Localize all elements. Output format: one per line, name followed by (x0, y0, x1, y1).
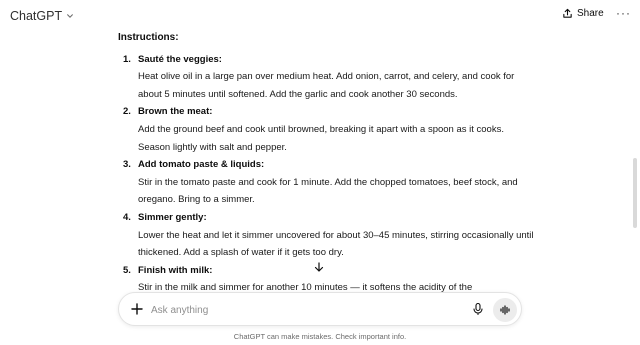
step-body: Stir in the tomato paste and cook for 1 … (138, 176, 518, 206)
model-picker[interactable]: ChatGPT (10, 9, 74, 23)
arrow-down-icon (314, 262, 324, 272)
model-picker-label: ChatGPT (10, 9, 63, 23)
step-number: 3. (123, 159, 131, 171)
top-bar: ChatGPT Share ··· (0, 0, 640, 32)
list-item: 2. Brown the meat: Add the ground beef a… (118, 103, 538, 156)
step-body: Add the ground beef and cook until brown… (138, 123, 504, 153)
share-icon (563, 8, 572, 18)
plus-icon[interactable] (129, 301, 145, 317)
step-number: 1. (123, 53, 131, 65)
step-title: Add tomato paste & liquids: (138, 159, 265, 171)
microphone-icon[interactable] (471, 302, 485, 316)
assistant-message: Instructions: 1. Sauté the veggies: Heat… (118, 29, 538, 297)
list-item: 3. Add tomato paste & liquids: Stir in t… (118, 156, 538, 209)
step-title: Finish with milk: (138, 264, 213, 276)
step-title: Sauté the veggies: (138, 53, 222, 65)
section-heading: Instructions: (118, 32, 179, 43)
step-title: Brown the meat: (138, 106, 213, 118)
scroll-to-bottom-button[interactable] (308, 256, 330, 278)
list-item: 1. Sauté the veggies: Heat olive oil in … (118, 51, 538, 104)
step-number: 2. (123, 106, 131, 118)
step-title: Simmer gently: (138, 211, 207, 223)
prompt-input[interactable] (151, 301, 451, 319)
voice-mode-button[interactable] (493, 298, 517, 322)
chevron-down-icon (67, 14, 74, 18)
step-number: 4. (123, 211, 131, 223)
step-body: Lower the heat and let it simmer uncover… (138, 229, 534, 259)
step-body: Heat olive oil in a large pan over mediu… (138, 71, 515, 100)
disclaimer-text: ChatGPT can make mistakes. Check importa… (233, 332, 407, 341)
composer (118, 292, 522, 326)
scrollbar-thumb[interactable] (633, 158, 637, 228)
share-button[interactable]: Share (562, 8, 604, 19)
voice-mode-icon (500, 305, 510, 315)
list-item: 4. Simmer gently: Lower the heat and let… (118, 209, 538, 262)
share-label: Share (577, 8, 604, 19)
more-options-button[interactable]: ··· (616, 6, 631, 20)
step-number: 5. (123, 264, 131, 276)
